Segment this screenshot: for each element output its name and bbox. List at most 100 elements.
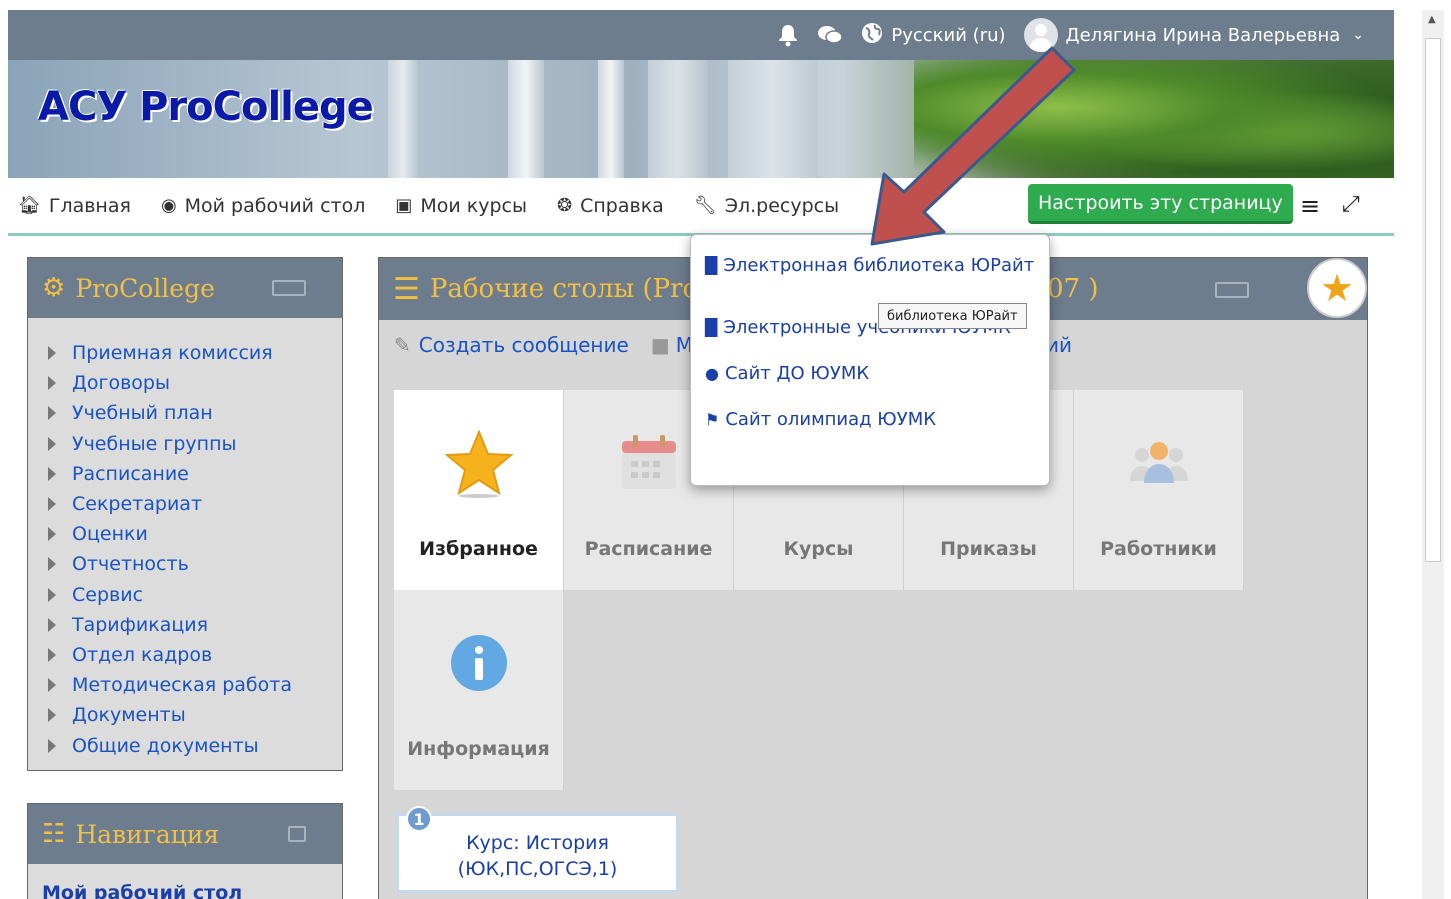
info-icon [449, 628, 509, 698]
procollege-item[interactable]: Документы [48, 700, 342, 730]
globe-icon: ● [705, 364, 719, 383]
wrench-icon: 🔧︎ [693, 195, 717, 216]
procollege-item[interactable]: Сервис [48, 580, 342, 610]
nav-help[interactable]: ❂ Справка [557, 195, 664, 217]
nav-home-label: Главная [48, 194, 131, 217]
tile-favorites[interactable]: Избранное [394, 390, 564, 590]
book-icon: █ [705, 256, 718, 275]
procollege-item[interactable]: Методическая работа [48, 670, 342, 700]
procollege-block-header: ⚙ ProCollege [28, 258, 342, 318]
procollege-item[interactable]: Общие документы [48, 730, 342, 760]
nav-help-label: Справка [580, 194, 664, 217]
procollege-item-label: Отдел кадров [72, 643, 213, 666]
dropdown-item-urait[interactable]: █ Электронная библиотека ЮРайт [705, 255, 1034, 276]
procollege-item[interactable]: Тарификация [48, 610, 342, 640]
create-message-link[interactable]: Создать сообщение [419, 333, 629, 357]
scroll-up-icon[interactable]: ▲ [1428, 14, 1436, 25]
procollege-block: ⚙ ProCollege Приемная комиссия Договоры … [27, 257, 343, 771]
dashboard-icon: ◉ [160, 195, 177, 216]
procollege-item-label: Секретариат [72, 493, 203, 516]
folder-icon: ■ [650, 333, 670, 357]
dashboards-title-end: 07 ) [1047, 274, 1099, 304]
nav-e-resources-label: Эл.ресурсы [724, 194, 840, 217]
dropdown-item-olympiad[interactable]: ⚑ Сайт олимпиад ЮУМК [705, 409, 936, 430]
fullscreen-icon[interactable]: ⤢ [1342, 192, 1360, 217]
language-menu[interactable]: Русский (ru) [861, 22, 1006, 49]
nav-dashboard-label: Мой рабочий стол [184, 194, 366, 217]
scrollbar-thumb[interactable] [1425, 38, 1441, 562]
procollege-menu: Приемная комиссия Договоры Учебный план … [28, 318, 342, 771]
navigation-block-title: Навигация [75, 819, 220, 849]
procollege-item[interactable]: Секретариат [48, 489, 342, 519]
caret-right-icon [48, 587, 56, 602]
page-scrollbar[interactable]: ▲ [1422, 10, 1444, 899]
procollege-item-label: Методическая работа [72, 674, 292, 697]
procollege-item[interactable]: Расписание [48, 459, 342, 489]
procollege-item[interactable]: Учебный план [48, 398, 342, 428]
briefcase-icon: ▣ [395, 195, 413, 216]
dashboards-title: Рабочие столы (Pro [429, 274, 699, 304]
messages-icon[interactable] [817, 24, 844, 46]
navigation-block: ☷ Навигация Мой рабочий стол [27, 803, 343, 899]
course-badge: 1 [406, 806, 432, 832]
pencil-icon: ✎ [394, 333, 411, 357]
caret-right-icon [48, 738, 56, 753]
home-icon: 🏠︎ [18, 195, 41, 216]
site-logo[interactable]: АСУ ProCollege [38, 84, 374, 130]
tile-information[interactable]: Информация [394, 590, 564, 790]
course-card[interactable]: Курс: История (ЮК,ПС,ОГСЭ,1) [396, 813, 679, 893]
procollege-item[interactable]: Договоры [48, 368, 342, 398]
procollege-item-label: Учебные группы [72, 432, 237, 455]
caret-right-icon [48, 436, 56, 451]
calendar-icon [619, 428, 679, 498]
procollege-item-label: Документы [72, 704, 186, 727]
caret-right-icon [48, 376, 56, 391]
procollege-item-label: Тарификация [72, 613, 209, 636]
caret-right-icon [48, 678, 56, 693]
course-card-code: (ЮК,ПС,ОГСЭ,1) [457, 858, 618, 880]
tile-label: Избранное [419, 538, 538, 560]
hamburger-icon[interactable]: ☰ [393, 272, 420, 307]
procollege-item[interactable]: Оценки [48, 519, 342, 549]
globe-icon [861, 22, 883, 49]
user-name: Делягина Ирина Валерьевна [1065, 24, 1341, 46]
procollege-item-label: Учебный план [72, 402, 213, 425]
procollege-item[interactable]: Отчетность [48, 549, 342, 579]
dropdown-item-label: Сайт олимпиад ЮУМК [725, 409, 937, 430]
bell-icon[interactable] [777, 23, 799, 47]
block-collapse-icon[interactable] [288, 826, 306, 842]
chevron-down-icon: ⌄ [1352, 27, 1364, 43]
nav-e-resources[interactable]: 🔧︎ Эл.ресурсы [694, 195, 839, 217]
site-banner: АСУ ProCollege [8, 60, 1394, 178]
caret-right-icon [48, 406, 56, 421]
nav-my-courses[interactable]: ▣ Мои курсы [395, 195, 527, 217]
top-bar: Русский (ru) Делягина Ирина Валерьевна ⌄ [8, 10, 1394, 60]
block-dock-icon[interactable] [1215, 282, 1249, 298]
dropdown-item-do-site[interactable]: ● Сайт ДО ЮУМК [705, 363, 869, 384]
tile-staff[interactable]: Работники [1074, 390, 1244, 590]
procollege-item-label: Общие документы [72, 734, 259, 757]
procollege-item[interactable]: Отдел кадров [48, 640, 342, 670]
navigation-dashboard-link[interactable]: Мой рабочий стол [28, 864, 342, 899]
caret-right-icon [48, 497, 56, 512]
language-label: Русский (ru) [891, 24, 1006, 46]
nav-dashboard[interactable]: ◉ Мой рабочий стол [161, 195, 365, 217]
tile-label: Курсы [783, 538, 854, 560]
page: Русский (ru) Делягина Ирина Валерьевна ⌄… [0, 0, 1451, 899]
procollege-item[interactable]: Учебные группы [48, 429, 342, 459]
user-menu[interactable]: Делягина Ирина Валерьевна ⌄ [1023, 18, 1364, 52]
caret-right-icon [48, 527, 56, 542]
panel-actions: ✎ Создать сообщение ■ М ий [394, 333, 1072, 357]
indent-icon[interactable]: ≡ [1300, 192, 1320, 220]
procollege-item[interactable]: Приемная комиссия [48, 338, 342, 368]
star-icon: ★ [1319, 266, 1355, 310]
nav-home[interactable]: 🏠︎ Главная [18, 195, 131, 217]
link-tooltip: библиотека ЮРайт [878, 303, 1027, 329]
favorite-star-button[interactable]: ★ [1307, 258, 1367, 318]
block-dock-icon[interactable] [272, 280, 306, 296]
avatar [1023, 18, 1058, 52]
tile-label: Приказы [940, 538, 1037, 560]
dropdown-item-label: Электронная библиотека ЮРайт [723, 255, 1035, 276]
caret-right-icon [48, 466, 56, 481]
customize-page-button[interactable]: Настроить эту страницу [1028, 184, 1293, 224]
